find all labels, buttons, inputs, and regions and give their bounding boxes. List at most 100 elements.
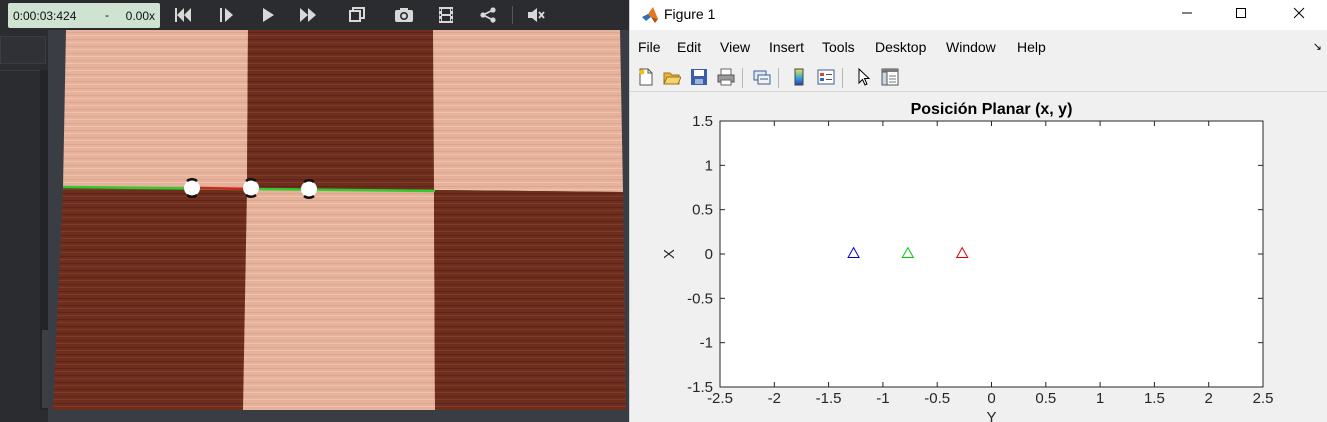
fast-forward-button[interactable] <box>296 3 322 27</box>
new-figure-button[interactable] <box>634 65 658 89</box>
side-panel-field[interactable] <box>0 36 46 64</box>
menu-file[interactable]: File <box>638 39 661 55</box>
mute-button[interactable] <box>523 3 549 27</box>
x-tick-label: 2.5 <box>1253 390 1274 407</box>
board-square <box>53 188 247 410</box>
toolbar-divider <box>512 6 513 24</box>
x-tick-label: -1.5 <box>816 390 842 407</box>
window-title: Figure 1 <box>664 6 716 22</box>
y-tick-label: -1 <box>700 335 713 352</box>
link-icon <box>753 70 771 85</box>
menu-tools[interactable]: Tools <box>822 39 855 55</box>
colorbar-icon <box>794 68 804 86</box>
x-tick-label: 1.5 <box>1144 390 1165 407</box>
minimize-icon <box>1182 12 1192 14</box>
y-axis-label: X <box>661 249 678 259</box>
skip-back-icon <box>175 8 191 22</box>
play-icon <box>263 8 274 22</box>
x-tick-label: -0.5 <box>924 390 950 407</box>
print-button[interactable] <box>714 65 738 89</box>
snapshot-button[interactable] <box>391 3 417 27</box>
toolbar-separator <box>742 68 743 88</box>
open-file-button[interactable] <box>660 65 684 89</box>
menu-view[interactable]: View <box>720 39 750 55</box>
minimize-button[interactable] <box>1164 0 1210 26</box>
board-square <box>434 190 626 410</box>
select-button[interactable] <box>852 65 876 89</box>
x-axis-label: Y <box>986 409 996 422</box>
current-time: 0:00:03:424 <box>13 9 77 23</box>
save-button[interactable] <box>687 65 711 89</box>
x-tick-label: -2 <box>768 390 781 407</box>
share-button[interactable] <box>475 3 501 27</box>
camera-icon <box>395 8 413 22</box>
toolbar-separator <box>778 68 779 88</box>
menu-bar: File Edit View Insert Tools Desktop Wind… <box>630 34 1327 60</box>
film-icon <box>439 7 453 23</box>
time-display[interactable]: 0:00:03:424 - 0.00x <box>8 3 160 28</box>
playback-rate: 0.00x <box>125 9 155 23</box>
board-square <box>247 30 434 190</box>
x-tick-label: 0 <box>987 390 995 407</box>
legend-button[interactable] <box>814 65 838 89</box>
menu-insert[interactable]: Insert <box>769 39 804 55</box>
figure-window: Figure 1 File Edit View Insert Tools Des… <box>629 0 1327 422</box>
y-tick-label: 0.5 <box>692 202 713 219</box>
fast-forward-icon <box>300 8 316 22</box>
crop-icon <box>349 7 365 22</box>
x-tick-label: -1 <box>876 390 889 407</box>
x-tick-label: 0.5 <box>1035 390 1056 407</box>
axes-box <box>719 120 1264 388</box>
skip-back-button[interactable] <box>170 3 196 27</box>
property-inspector-button[interactable] <box>878 65 902 89</box>
step-forward-button[interactable] <box>213 3 239 27</box>
x-tick-label: 2 <box>1205 390 1213 407</box>
menu-help[interactable]: Help <box>1017 39 1046 55</box>
board-square <box>243 188 435 410</box>
maximize-icon <box>1236 8 1246 18</box>
save-icon <box>691 69 707 85</box>
crop-button[interactable] <box>344 3 370 27</box>
time-separator: - <box>105 8 109 22</box>
y-tick-label: 1 <box>705 157 713 174</box>
figure-toolbar <box>630 62 1327 92</box>
scatter-chart[interactable]: -2.5 -2 -1.5 -1 -0.5 0 0.5 1 1.5 2 2.51.510.50-0.5… <box>630 93 1327 422</box>
link-plot-button[interactable] <box>750 65 774 89</box>
legend-icon <box>817 69 835 85</box>
property-inspector-icon <box>881 68 899 86</box>
open-file-icon <box>663 72 681 85</box>
dock-arrow-icon[interactable]: ↘ <box>1313 40 1322 53</box>
video-player: 0:00:03:424 - 0.00x <box>0 0 629 422</box>
new-figure-icon <box>639 68 653 86</box>
y-tick-label: -0.5 <box>687 290 713 307</box>
video-frame[interactable] <box>48 30 629 422</box>
board-square <box>433 30 623 192</box>
toolbar-separator <box>842 68 843 88</box>
menu-edit[interactable]: Edit <box>677 39 701 55</box>
maximize-button[interactable] <box>1218 0 1264 26</box>
chart-title: Posición Planar (x, y) <box>911 101 1073 118</box>
play-button[interactable] <box>255 3 281 27</box>
matlab-logo-icon <box>642 7 658 23</box>
side-panel <box>0 30 50 422</box>
print-icon <box>717 68 735 86</box>
window-titlebar[interactable]: Figure 1 <box>630 0 1327 30</box>
colorbar-button[interactable] <box>787 65 811 89</box>
share-icon <box>480 7 496 23</box>
menu-window[interactable]: Window <box>946 39 996 55</box>
close-button[interactable] <box>1276 0 1322 26</box>
close-icon <box>1293 7 1305 19</box>
video-image <box>48 30 629 422</box>
speaker-muted-icon <box>528 8 545 22</box>
menu-desktop[interactable]: Desktop <box>875 39 926 55</box>
y-tick-label: 0 <box>705 246 713 263</box>
step-forward-icon <box>220 8 233 22</box>
board-square <box>63 30 248 188</box>
film-button[interactable] <box>433 3 459 27</box>
x-tick-label: 1 <box>1096 390 1104 407</box>
y-tick-label: 1.5 <box>692 113 713 130</box>
plot-area: -2.5 -2 -1.5 -1 -0.5 0 0.5 1 1.5 2 2.5 1.5 1 0.5 0 -0.5… <box>630 93 1327 422</box>
y-tick-label: -1.5 <box>687 379 713 396</box>
select-cursor-icon <box>858 68 871 86</box>
player-toolbar: 0:00:03:424 - 0.00x <box>0 0 629 30</box>
